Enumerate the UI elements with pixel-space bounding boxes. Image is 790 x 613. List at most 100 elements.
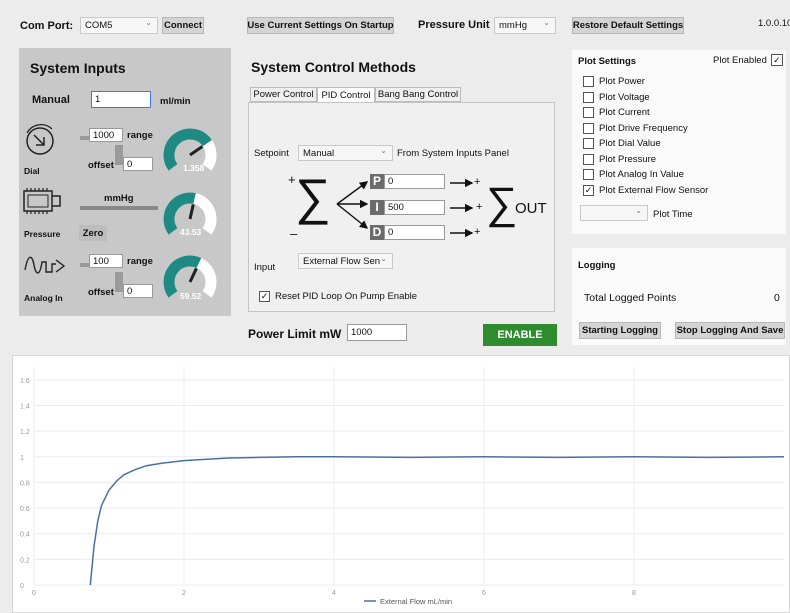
pressure-unit-label: Pressure Unit <box>418 19 490 31</box>
restore-defaults-button[interactable]: Restore Default Settings <box>572 17 684 34</box>
analog-range-input[interactable]: 100 <box>89 254 123 268</box>
y-tick-label: 0.4 <box>20 532 30 539</box>
plot-option-label: Plot Analog In Value <box>599 169 684 180</box>
plot-option-checkbox[interactable] <box>583 91 594 103</box>
x-tick-label: 8 <box>632 590 636 597</box>
zero-pressure-button[interactable]: Zero <box>79 225 107 241</box>
power-limit-input[interactable]: 1000 <box>347 324 407 341</box>
pressure-unit-select[interactable]: mmHg ⌄ <box>494 17 556 34</box>
control-methods-title: System Control Methods <box>251 59 416 75</box>
input-source-select[interactable]: External Flow Sen ⌄ <box>298 253 393 269</box>
pressure-bar <box>80 206 158 210</box>
analog-offset-slider-thumb[interactable] <box>115 272 123 292</box>
split-arrows <box>336 181 369 229</box>
plot-option-row[interactable]: Plot Drive Frequency <box>583 122 688 134</box>
plot-option-label: Plot Drive Frequency <box>599 122 688 134</box>
y-tick-label: 0.6 <box>20 506 30 513</box>
dial-icon <box>26 124 54 155</box>
pressure-gauge-needle <box>188 204 195 220</box>
power-limit-label: Power Limit mW <box>248 327 342 341</box>
dial-offset-slider-thumb[interactable] <box>115 145 123 165</box>
plot-enabled-checkbox[interactable]: ✓ <box>770 54 783 66</box>
analog-gauge-fill <box>163 255 202 298</box>
plot-option-row[interactable]: Plot Dial Value <box>583 138 661 149</box>
setpoint-select[interactable]: Manual ⌄ <box>298 145 393 161</box>
p-plus-sign: + <box>474 176 481 188</box>
i-gain-letter: I <box>370 200 384 215</box>
chevron-down-icon: ⌄ <box>543 18 550 27</box>
reset-pid-checkbox-row[interactable]: ✓ Reset PID Loop On Pump Enable <box>259 291 417 302</box>
plot-option-checkbox[interactable] <box>583 169 594 180</box>
com-port-value: COM5 <box>85 20 113 31</box>
plot-option-label: Plot Voltage <box>599 91 650 103</box>
start-logging-button[interactable]: Starting Logging <box>579 322 661 339</box>
pressure-sensor-icon <box>23 188 61 214</box>
tab-power-control[interactable]: Power Control <box>250 87 317 102</box>
y-tick-label: 0 <box>20 583 24 590</box>
flow-chart: 0 0.2 0.4 0.6 0.8 1 1.2 1.4 1.6 0 2 4 6 8 External Flo… <box>20 367 785 606</box>
pressure-gauge-value: 43.53 <box>180 227 202 237</box>
analog-signal-icon <box>24 256 66 274</box>
y-tick-label: 1.6 <box>20 378 30 385</box>
tab-pid-control[interactable]: PID Control <box>317 87 375 103</box>
plot-option-checkbox[interactable] <box>583 138 594 149</box>
analog-range-label: range <box>127 256 153 267</box>
plot-option-row[interactable]: Plot Current <box>583 107 650 118</box>
manual-input[interactable]: 1 <box>91 91 151 108</box>
y-tick-label: 1.4 <box>20 403 30 410</box>
logging-title: Logging <box>578 260 616 271</box>
plot-option-row[interactable]: ✓ Plot External Flow Sensor <box>583 184 709 196</box>
enable-button[interactable]: ENABLE <box>483 324 557 346</box>
analog-offset-input[interactable]: 0 <box>123 284 153 298</box>
com-port-select[interactable]: COM5 ⌄ <box>80 17 158 34</box>
plot-option-checkbox[interactable] <box>583 76 594 87</box>
plot-settings-title: Plot Settings <box>578 56 637 67</box>
dial-offset-input[interactable]: 0 <box>123 157 153 171</box>
plot-option-row[interactable]: Plot Analog In Value <box>583 169 684 180</box>
pressure-label: Pressure <box>24 229 61 239</box>
pressure-unit-value: mmHg <box>499 20 527 31</box>
reset-pid-checkbox[interactable]: ✓ <box>259 291 270 302</box>
chevron-down-icon: ⌄ <box>635 206 642 215</box>
system-inputs-title: System Inputs <box>30 60 126 76</box>
p-gain-letter: P <box>370 174 384 189</box>
y-tick-label: 0.8 <box>20 480 30 487</box>
chevron-down-icon: ⌄ <box>380 146 387 155</box>
p-gain-input[interactable]: 0 <box>384 174 445 189</box>
plot-option-row[interactable]: Plot Pressure <box>583 153 656 165</box>
analog-gauge-needle <box>188 267 198 283</box>
legend-label: External Flow mL/min <box>380 597 452 606</box>
plot-option-checkbox[interactable] <box>583 107 594 118</box>
dial-offset-label: offset <box>88 160 114 171</box>
plot-option-checkbox[interactable] <box>583 122 594 134</box>
plot-option-row[interactable]: Plot Voltage <box>583 91 650 103</box>
plot-option-checkbox[interactable]: ✓ <box>583 184 594 196</box>
dial-range-input[interactable]: 1000 <box>89 128 123 142</box>
d-gain-letter: D <box>370 225 384 240</box>
plot-option-label: Plot Power <box>599 76 645 87</box>
plot-enabled-row[interactable]: Plot Enabled ✓ <box>713 54 783 66</box>
i-gain-input[interactable]: 500 <box>384 200 445 215</box>
dial-gauge-value: 1.358 <box>183 163 205 173</box>
d-gain-input[interactable]: 0 <box>384 225 445 240</box>
summation-symbol-left: ∑ <box>295 169 331 225</box>
plot-option-label: Plot External Flow Sensor <box>599 184 709 196</box>
plot-option-label: Plot Dial Value <box>599 138 661 149</box>
y-tick-label: 1 <box>20 455 24 462</box>
plot-time-select[interactable]: ⌄ <box>580 205 648 221</box>
tab-bang-bang-control[interactable]: Bang Bang Control <box>375 87 461 102</box>
analog-in-label: Analog In <box>24 293 63 303</box>
input-source-value: External Flow Sen <box>303 255 381 267</box>
analog-gauge-value: 59.52 <box>180 291 202 301</box>
pid-output-label: OUT <box>515 200 547 217</box>
y-tick-label: 0.2 <box>20 557 30 564</box>
stop-logging-button[interactable]: Stop Logging And Save <box>675 322 785 339</box>
use-current-settings-button[interactable]: Use Current Settings On Startup <box>247 17 394 34</box>
version-label: 1.0.0.10 <box>758 18 790 29</box>
connect-button[interactable]: Connect <box>162 17 204 34</box>
series-line <box>89 456 785 586</box>
chevron-down-icon: ⌄ <box>380 254 387 263</box>
plot-option-checkbox[interactable] <box>583 153 594 165</box>
plot-option-row[interactable]: Plot Power <box>583 76 645 87</box>
summation-symbol-right: ∑ <box>486 179 518 228</box>
